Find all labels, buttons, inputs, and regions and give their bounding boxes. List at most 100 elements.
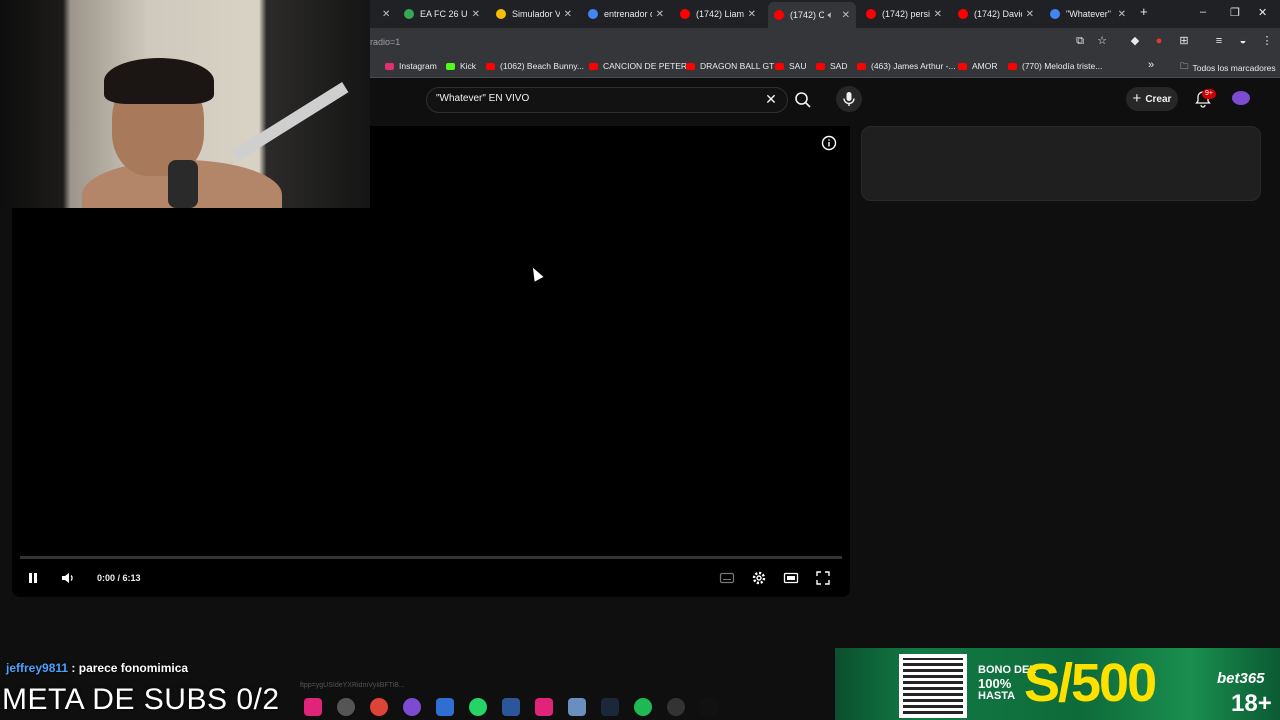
- tab-david[interactable]: (1742) David ✕: [952, 4, 1040, 24]
- qr-code: [899, 654, 967, 718]
- taskbar-app-icon[interactable]: [403, 698, 421, 716]
- youtube-favicon-icon: [866, 9, 876, 19]
- youtube-favicon-icon: [774, 10, 784, 20]
- chrome-icon[interactable]: [370, 698, 388, 716]
- youtube-icon: [816, 62, 825, 70]
- youtube-icon: [686, 62, 695, 70]
- bookmark-label: DRAGON BALL GT: [700, 61, 775, 71]
- bookmark-sau[interactable]: SAU: [775, 61, 806, 71]
- tab-title: EA FC 26 Ult: [420, 9, 468, 19]
- close-icon[interactable]: ✕: [1026, 9, 1034, 20]
- steam-icon[interactable]: [601, 698, 619, 716]
- extensions-puzzle-icon[interactable]: ⊞: [1177, 34, 1191, 48]
- close-icon[interactable]: ✕: [656, 9, 664, 20]
- taskbar-app-icon[interactable]: [568, 698, 586, 716]
- spotify-icon[interactable]: [634, 698, 652, 716]
- create-button[interactable]: + Crear: [1126, 87, 1178, 111]
- close-icon[interactable]: ✕: [748, 9, 756, 20]
- youtube-icon: [1008, 62, 1017, 70]
- calculator-icon[interactable]: [436, 698, 454, 716]
- speaker-icon[interactable]: 🔈︎: [828, 10, 834, 21]
- close-icon[interactable]: ✕: [842, 10, 850, 21]
- youtube-icon: [958, 62, 967, 70]
- tiktok-icon[interactable]: [700, 698, 718, 716]
- theater-mode-icon[interactable]: [782, 569, 800, 587]
- bookmark-melodia[interactable]: (770) Melodía triste...: [1008, 61, 1102, 71]
- tab-liam[interactable]: (1742) Liam ✕: [674, 4, 762, 24]
- search-input-value[interactable]: "Whatever" EN VIVO: [436, 93, 529, 104]
- tab-persi[interactable]: (1742) persi ✕: [860, 4, 948, 24]
- obs-icon[interactable]: [667, 698, 685, 716]
- whatsapp-icon[interactable]: [469, 698, 487, 716]
- tab-favicon-icon: [404, 9, 414, 19]
- settings-gear-icon[interactable]: [750, 569, 768, 587]
- close-icon[interactable]: ✕: [472, 9, 480, 20]
- tab-ea-fc[interactable]: EA FC 26 Ult ✕: [398, 4, 486, 24]
- cast-icon[interactable]: ⧉: [1073, 34, 1087, 48]
- browser-menu-icon[interactable]: ⋮: [1260, 34, 1274, 48]
- qr-pattern: [903, 658, 963, 714]
- bookmark-label: CANCION DE PETER: [603, 61, 688, 71]
- tab-whatever[interactable]: "Whatever" ✕: [1044, 4, 1132, 24]
- bookmark-cancion-peter[interactable]: CANCION DE PETER: [589, 61, 687, 71]
- search-icon[interactable]: [792, 89, 814, 111]
- tab-simulador[interactable]: Simulador V ✕: [490, 4, 578, 24]
- bookmark-label: Instagram: [399, 61, 437, 71]
- taskbar-app-icon[interactable]: [337, 698, 355, 716]
- time-current: 0:00: [97, 573, 116, 583]
- subtitles-icon[interactable]: [718, 569, 736, 587]
- tab-active-youtube[interactable]: (1742) C 🔈︎ ✕: [768, 2, 856, 28]
- bookmark-dragon-ball[interactable]: DRAGON BALL GT: [686, 61, 774, 71]
- all-bookmarks-folder[interactable]: 🗀︎ Todos los marcadores: [1180, 61, 1276, 75]
- fullscreen-icon[interactable]: [814, 569, 832, 587]
- youtube-favicon-icon: [680, 9, 690, 19]
- media-controls-icon[interactable]: ≡: [1212, 34, 1226, 48]
- tab-title: (1742) Liam: [696, 9, 744, 19]
- bookmark-instagram[interactable]: Instagram: [385, 61, 437, 71]
- close-icon[interactable]: ✕: [934, 9, 942, 20]
- youtube-icon: [775, 62, 784, 70]
- new-tab-plus-icon[interactable]: +: [1140, 4, 1148, 19]
- tab-favicon-icon: [588, 9, 598, 19]
- close-icon[interactable]: ✕: [564, 9, 572, 20]
- clear-search-icon[interactable]: ✕: [762, 90, 780, 108]
- bookmark-beach-bunny[interactable]: (1062) Beach Bunny...: [486, 61, 584, 71]
- tab-title: entrenador d: [604, 9, 652, 19]
- pause-icon[interactable]: [24, 569, 42, 587]
- word-icon[interactable]: [502, 698, 520, 716]
- url-text[interactable]: radio=1: [370, 37, 400, 47]
- taskbar-app-icon[interactable]: [304, 698, 322, 716]
- bookmark-sad[interactable]: SAD: [816, 61, 847, 71]
- tab-favicon-icon: [496, 9, 506, 19]
- tab-entrenador[interactable]: entrenador d ✕: [582, 4, 670, 24]
- screen: ✕ EA FC 26 Ult ✕ Simulador V ✕ entrenado…: [0, 0, 1280, 720]
- more-bookmarks-chevron-icon[interactable]: »: [1148, 59, 1154, 71]
- volume-icon[interactable]: [59, 569, 77, 587]
- youtube-icon: [589, 62, 598, 70]
- taskbar-app-icon[interactable]: [535, 698, 553, 716]
- avatar[interactable]: [1232, 91, 1250, 105]
- window-close-icon[interactable]: ✕: [1258, 6, 1267, 19]
- time-display: 0:00 / 6:13: [97, 573, 141, 583]
- minimize-icon[interactable]: –: [1200, 6, 1206, 18]
- bookmark-james-arthur[interactable]: (463) James Arthur -...: [857, 61, 956, 71]
- bookmark-star-icon[interactable]: ☆: [1095, 34, 1109, 48]
- bookmark-label: AMOR: [972, 61, 998, 71]
- close-icon[interactable]: ✕: [382, 9, 390, 20]
- youtube-icon: [857, 62, 866, 70]
- google-favicon-icon: [1050, 9, 1060, 19]
- bookmark-amor[interactable]: AMOR: [958, 61, 998, 71]
- close-icon[interactable]: ✕: [1118, 9, 1126, 20]
- video-progress-bar[interactable]: [20, 556, 842, 559]
- voice-search-mic-icon[interactable]: [836, 86, 862, 112]
- tab-close-partial[interactable]: ✕: [372, 4, 392, 24]
- bookmark-kick[interactable]: Kick: [446, 61, 476, 71]
- youtube-favicon-icon: [958, 9, 968, 19]
- extension-diamond-icon[interactable]: ◆: [1128, 34, 1142, 48]
- subs-goal-overlay: META DE SUBS 0/2: [2, 683, 280, 716]
- extension-shield-icon[interactable]: ●: [1152, 34, 1166, 48]
- status-bar-url: ftpp=ygUSIdeYXRidmVyIiBFTiB...: [300, 682, 405, 689]
- profile-icon[interactable]: ◒: [1236, 34, 1250, 48]
- info-icon[interactable]: [821, 135, 837, 151]
- restore-icon[interactable]: ❐: [1230, 6, 1240, 19]
